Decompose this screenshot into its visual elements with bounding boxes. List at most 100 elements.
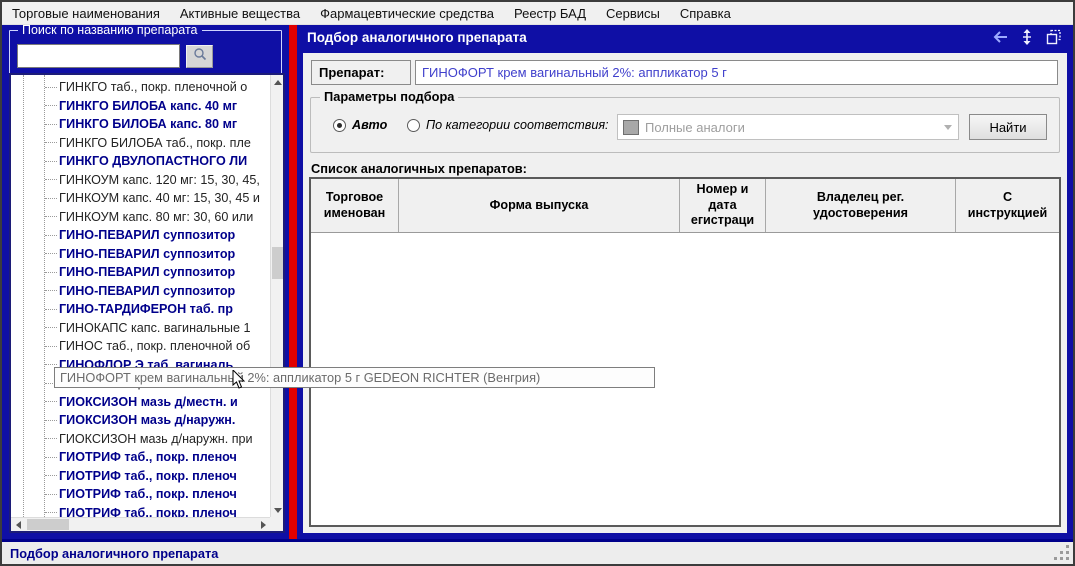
list-item[interactable]: ГИНКГО БИЛОБА капс. 80 мг [11,115,270,134]
table-header-cell[interactable]: Форма выпуска [399,179,680,232]
table-header-cell[interactable]: Владелец рег. удостоверения [766,179,956,232]
tree-connector [45,475,57,476]
tree-connector [45,235,57,236]
list-item[interactable]: ГИОКСИЗОН мазь д/наружн. при [11,430,270,449]
tree-connector [45,364,57,365]
list-item-label: ГИОТРИФ таб., покр. пленоч [59,469,237,483]
find-button[interactable]: Найти [969,114,1047,140]
drug-list-box: ГИНКГО таб., покр. пленочной о ГИНКГО БИ… [9,73,285,533]
table-header-cell[interactable]: Номер и дата егистраци [680,179,766,232]
list-item-label: ГИНОС таб., покр. пленочной об [59,339,250,353]
list-item[interactable]: ГИНО-ПЕВАРИЛ суппозитор [11,226,270,245]
chevron-down-icon[interactable] [938,115,958,139]
list-item-label: ГИНО-ПЕВАРИЛ суппозитор [59,228,235,242]
scroll-left-arrow[interactable] [11,518,25,531]
list-item-label: ГИНКГО БИЛОБА капс. 40 мг [59,99,237,113]
list-item-label: ГИОТРИФ таб., покр. пленоч [59,450,237,464]
list-item[interactable]: ГИОТРИФ таб., покр. пленоч [11,448,270,467]
radio-category[interactable] [407,119,420,132]
tree-connector [45,198,57,199]
list-item[interactable]: ГИНКГО ДВУЛОПАСТНОГО ЛИ [11,152,270,171]
menu-bar: Торговые наименованияАктивные веществаФа… [2,2,1073,25]
left-panel: Поиск по названию препарата [2,25,289,539]
radio-auto-label[interactable]: Авто [352,118,387,132]
list-item-label: ГИНКГО ДВУЛОПАСТНОГО ЛИ [59,154,247,168]
list-item-label: ГИНКГО БИЛОБА таб., покр. пле [59,136,251,150]
tree-connector [45,161,57,162]
app-window: Торговые наименованияАктивные веществаФа… [0,0,1075,566]
drug-list-viewport: ГИНКГО таб., покр. пленочной о ГИНКГО БИ… [11,75,270,517]
list-item[interactable]: ГИНКГО таб., покр. пленочной о [11,78,270,97]
menu-item[interactable]: Активные вещества [170,3,310,24]
drug-list: ГИНКГО таб., покр. пленочной о ГИНКГО БИ… [11,78,270,517]
right-panel: Подбор аналогичного препарата [297,25,1073,539]
search-button[interactable] [186,45,213,68]
search-input[interactable] [17,44,180,68]
scroll-right-arrow[interactable] [256,518,270,531]
back-arrow-icon[interactable] [991,29,1009,45]
search-group-label: Поиск по названию препарата [18,23,202,37]
tree-connector [45,420,57,421]
vertical-scrollbar[interactable] [270,75,283,517]
list-item[interactable]: ГИНКГО БИЛОБА капс. 40 мг [11,97,270,116]
list-item-label: ГИНКОУМ капс. 80 мг: 30, 60 или [59,210,253,224]
list-item-label: ГИНО-ПЕВАРИЛ суппозитор [59,284,235,298]
list-item[interactable]: ГИОТРИФ таб., покр. пленоч [11,467,270,486]
list-item[interactable]: ГИОТРИФ таб., покр. пленоч [11,485,270,504]
restore-window-icon[interactable] [1045,29,1063,45]
horizontal-scrollbar-thumb[interactable] [27,519,69,530]
list-item-label: ГИНКОУМ капс. 40 мг: 15, 30, 45 и [59,191,260,205]
tree-connector [45,124,57,125]
list-item-label: ГИОТРИФ таб., покр. пленоч [59,506,237,517]
list-item[interactable]: ГИОКСИЗОН мазь д/наружн. [11,411,270,430]
menu-item[interactable]: Сервисы [596,3,670,24]
list-item-label: ГИНОКАПС капс. вагинальные 1 [59,321,250,335]
tree-connector [45,272,57,273]
analog-list-label: Список аналогичных препаратов: [311,161,527,176]
list-item[interactable]: ГИНО-ТАРДИФЕРОН таб. пр [11,300,270,319]
tree-connector [45,105,57,106]
panel-splitter[interactable] [289,25,297,539]
radio-category-label[interactable]: По категории соответствия: [426,118,609,132]
tree-connector [45,327,57,328]
status-bar: Подбор аналогичного препарата [2,542,1073,564]
list-item[interactable]: ГИНКОУМ капс. 40 мг: 15, 30, 45 и [11,189,270,208]
list-item[interactable]: ГИНКОУМ капс. 80 мг: 30, 60 или [11,208,270,227]
list-item-label: ГИНО-ТАРДИФЕРОН таб. пр [59,302,233,316]
menu-item[interactable]: Реестр БАД [504,3,596,24]
list-item[interactable]: ГИНО-ПЕВАРИЛ суппозитор [11,263,270,282]
list-item[interactable]: ГИОТРИФ таб., покр. пленоч [11,504,270,518]
scroll-down-arrow[interactable] [271,503,284,517]
list-item[interactable]: ГИНКОУМ капс. 120 мг: 15, 30, 45, [11,171,270,190]
list-item[interactable]: ГИНО-ПЕВАРИЛ суппозитор [11,245,270,264]
table-header-cell[interactable]: Торговое именован [311,179,399,232]
list-item-label: ГИНКОУМ капс. 120 мг: 15, 30, 45, [59,173,260,187]
list-item[interactable]: ГИНКГО БИЛОБА таб., покр. пле [11,134,270,153]
tree-connector [45,512,57,513]
prep-value-field: ГИНОФОРТ крем вагинальный 2%: аппликатор… [415,60,1058,85]
menu-item[interactable]: Справка [670,3,741,24]
list-item-label: ГИНО-ПЕВАРИЛ суппозитор [59,265,235,279]
params-groupbox: Параметры подбора Авто По категории соот… [310,97,1060,153]
horizontal-scrollbar[interactable] [11,517,270,531]
menu-item[interactable]: Фармацевтические средства [310,3,504,24]
list-item[interactable]: ГИНО-ПЕВАРИЛ суппозитор [11,282,270,301]
list-item[interactable]: ГИНОКАПС капс. вагинальные 1 [11,319,270,338]
table-header-cell[interactable]: С инструкцией [956,179,1059,232]
tree-connector [45,438,57,439]
analog-table: Торговое именованФорма выпускаНомер и да… [309,177,1061,527]
vertical-scrollbar-thumb[interactable] [272,247,283,279]
radio-auto[interactable] [333,119,346,132]
analog-category-combobox[interactable]: Полные аналоги [617,114,959,140]
tree-connector [45,401,57,402]
list-item-label: ГИОТРИФ таб., покр. пленоч [59,487,237,501]
list-item-label: ГИОКСИЗОН мазь д/наружн. при [59,432,253,446]
menu-item[interactable]: Торговые наименования [2,3,170,24]
move-vertical-icon[interactable] [1018,29,1036,45]
list-item[interactable]: ГИОКСИЗОН мазь д/местн. и [11,393,270,412]
resize-grip[interactable] [1066,557,1069,560]
tree-connector [45,142,57,143]
list-item[interactable]: ГИНОС таб., покр. пленочной об [11,337,270,356]
scroll-up-arrow[interactable] [271,75,284,89]
right-panel-content: Препарат: ГИНОФОРТ крем вагинальный 2%: … [303,53,1067,533]
